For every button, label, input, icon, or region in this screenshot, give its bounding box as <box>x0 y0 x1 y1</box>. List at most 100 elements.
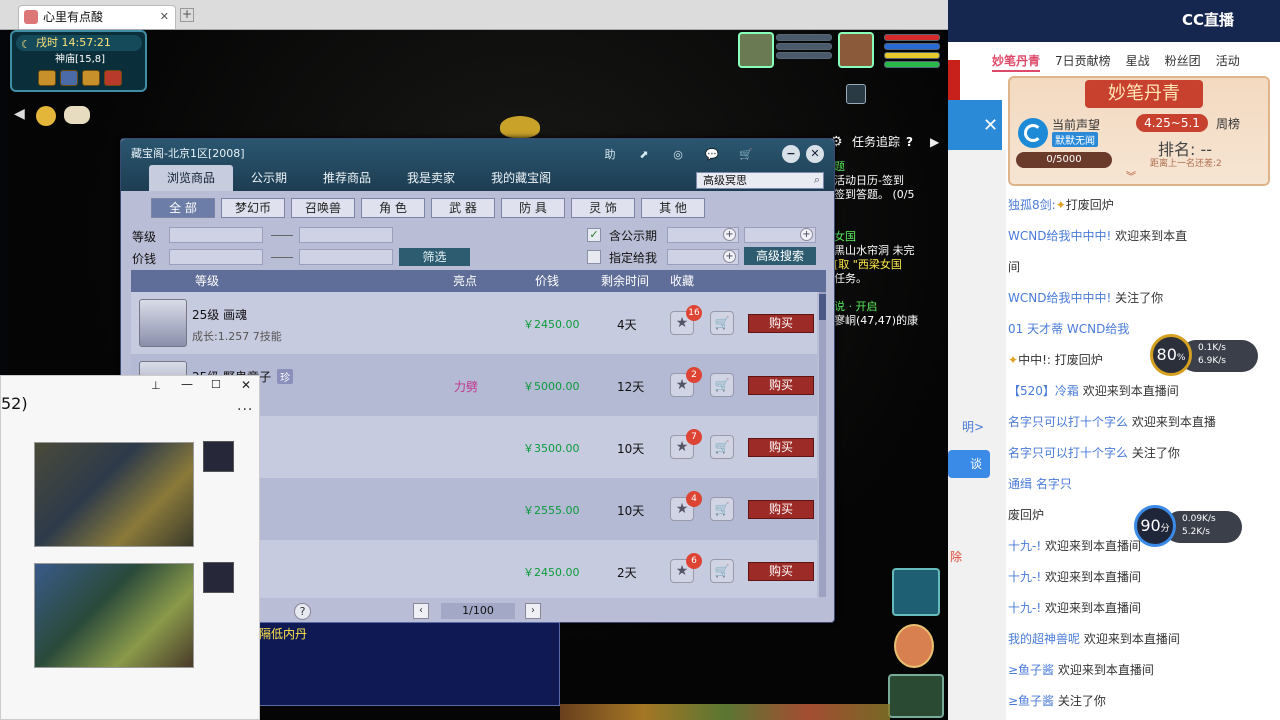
prev-page-button[interactable]: ‹ <box>413 603 429 619</box>
buy-button[interactable]: 购买 <box>748 314 814 333</box>
cart-icon[interactable]: 🛒 <box>710 435 734 459</box>
task-line[interactable]: [取 "西梁女国 <box>834 258 948 272</box>
bottom-toolbar[interactable] <box>560 704 890 720</box>
stream-tab[interactable]: 星战 <box>1126 50 1150 72</box>
chat-username[interactable]: 01 天才蒂 WCND给我 <box>1008 322 1129 336</box>
col-time-left[interactable]: 剩余时间 <box>601 270 649 292</box>
map-icon[interactable] <box>892 568 940 616</box>
filter-button[interactable]: 筛选 <box>399 248 470 266</box>
market-tab[interactable]: 推荐商品 <box>305 165 389 191</box>
cart-icon[interactable]: 🛒 <box>710 497 734 521</box>
category-button[interactable]: 全 部 <box>151 198 215 218</box>
chat-panel[interactable]: 隔低内丹 <box>258 622 560 706</box>
title-tool-button[interactable]: 🛒 <box>733 146 759 164</box>
table-row[interactable]: 25级 画魂 成长:1.257 7技能 ￥2450.00 4天 ★ 16 🛒 购买 <box>131 292 817 354</box>
advanced-search-button[interactable]: 高级搜索 <box>744 247 816 265</box>
price-min-input[interactable] <box>169 249 263 265</box>
buy-button[interactable]: 购买 <box>748 562 814 581</box>
item-avatar[interactable] <box>139 299 187 347</box>
market-tab[interactable]: 我的藏宝阁 <box>473 165 569 191</box>
collapse-arrow-icon[interactable]: ▶ <box>930 132 939 152</box>
stream-tab[interactable]: 7日贡献榜 <box>1055 50 1111 72</box>
chat-username[interactable]: ≥鱼子酱 <box>1008 694 1054 708</box>
file-window-titlebar[interactable]: ⊥ — ☐ ✕ <box>1 376 259 398</box>
close-icon[interactable]: ✕ <box>983 115 998 136</box>
more-options-icon[interactable]: ... <box>237 398 253 414</box>
task-line[interactable] <box>834 202 948 216</box>
market-tab[interactable]: 我是卖家 <box>389 165 473 191</box>
location-coordinates[interactable]: 神庙[15,8] <box>32 53 128 67</box>
character-portrait[interactable] <box>838 32 874 68</box>
close-button[interactable]: ✕ <box>806 145 824 163</box>
cart-icon[interactable]: 🛒 <box>710 559 734 583</box>
side-text-red[interactable]: 除 <box>950 548 962 565</box>
buy-button[interactable]: 购买 <box>748 438 814 457</box>
level-max-input[interactable] <box>299 227 393 243</box>
market-tab[interactable]: 浏览商品 <box>149 165 234 191</box>
minimize-icon[interactable]: — <box>181 377 193 391</box>
settings-icon[interactable] <box>846 84 866 104</box>
title-tool-button[interactable]: ◎ <box>665 146 691 164</box>
rank-card[interactable]: 妙笔丹青 当前声望 默默无闻 0/5000 4.25~5.1 周榜 排名: --… <box>1008 76 1270 186</box>
task-line[interactable]: 活动日历-签到 <box>834 174 948 188</box>
system-menu-icon[interactable] <box>888 674 944 718</box>
task-line[interactable]: 女国 <box>834 230 948 244</box>
close-icon[interactable]: ✕ <box>241 378 251 392</box>
category-button[interactable]: 角 色 <box>361 198 425 218</box>
category-button[interactable]: 武 器 <box>431 198 495 218</box>
screenshot-thumbnail[interactable] <box>34 563 194 668</box>
col-favorite[interactable]: 收藏 <box>670 270 694 292</box>
market-titlebar[interactable]: 藏宝阁-北京1区[2008] 助 ⬈ ◎ 💬 🛒 − ✕ 浏览商品 公示期 推荐商品 我是卖家… <box>121 139 834 191</box>
chat-username[interactable]: 名字只可以打十个字么 <box>1008 415 1128 429</box>
chat-username[interactable]: 【520】冷霜 <box>1008 384 1079 398</box>
title-tool-button[interactable]: ⬈ <box>631 146 657 164</box>
side-button[interactable]: 谈 <box>948 450 990 478</box>
chat-username[interactable]: 十九-! <box>1008 570 1041 584</box>
level-min-input[interactable] <box>169 227 263 243</box>
pin-icon[interactable]: ⊥ <box>151 379 161 392</box>
book-icon[interactable] <box>38 70 56 86</box>
calendar-icon[interactable] <box>104 70 122 86</box>
category-button[interactable]: 召唤兽 <box>291 198 355 218</box>
small-thumbnail[interactable] <box>203 441 234 472</box>
task-line[interactable]: 签到答题。 (0/5 <box>834 188 948 202</box>
category-button[interactable]: 其 他 <box>641 198 705 218</box>
cart-icon[interactable]: 🛒 <box>710 311 734 335</box>
compass-icon[interactable] <box>60 70 78 86</box>
chat-username[interactable]: 我的超神兽呢 <box>1008 632 1080 646</box>
scrollbar-thumb[interactable] <box>819 294 826 320</box>
stream-tab[interactable]: 活动 <box>1216 50 1240 72</box>
chat-username[interactable]: 通缉 名字只 <box>1008 477 1072 491</box>
helper-avatar-icon[interactable] <box>894 624 934 668</box>
scroll-icon[interactable] <box>82 70 100 86</box>
task-line[interactable] <box>834 286 948 300</box>
browser-tab[interactable]: 心里有点酸 ✕ <box>18 5 176 29</box>
public-period-input[interactable]: + <box>667 227 739 243</box>
title-tool-button[interactable]: 助 <box>597 146 623 164</box>
task-line[interactable]: 黑山水帘洞 未完 <box>834 244 948 258</box>
new-tab-button[interactable]: + <box>180 8 194 22</box>
chat-username[interactable]: 十九-! <box>1008 539 1041 553</box>
gourd-icon[interactable] <box>36 106 56 126</box>
help-icon[interactable]: ? <box>294 603 311 620</box>
search-input[interactable]: 高级冥思 ⌕ <box>696 172 824 189</box>
small-thumbnail[interactable] <box>203 562 234 593</box>
tab-close-icon[interactable]: ✕ <box>160 6 169 28</box>
chat-username[interactable]: WCND给我中中中! <box>1008 229 1111 243</box>
minimize-button[interactable]: − <box>782 145 800 163</box>
plus-icon[interactable]: + <box>723 250 736 263</box>
task-line[interactable]: 寥峒(47,47)的康 <box>834 314 948 328</box>
buy-button[interactable]: 购买 <box>748 376 814 395</box>
designated-checkbox[interactable] <box>587 250 601 264</box>
chat-username[interactable]: WCND给我中中中! <box>1008 291 1111 305</box>
plus-icon[interactable]: + <box>800 228 813 241</box>
buy-button[interactable]: 购买 <box>748 500 814 519</box>
help-icon[interactable]: ? <box>906 132 913 152</box>
next-page-button[interactable]: › <box>525 603 541 619</box>
task-line[interactable]: 说 · 开启 <box>834 300 948 314</box>
price-max-input[interactable] <box>299 249 393 265</box>
designated-input[interactable]: + <box>667 249 739 265</box>
screenshot-thumbnail[interactable] <box>34 442 194 547</box>
stream-tab[interactable]: 妙笔丹青 <box>992 50 1041 72</box>
table-scrollbar[interactable] <box>819 292 826 597</box>
